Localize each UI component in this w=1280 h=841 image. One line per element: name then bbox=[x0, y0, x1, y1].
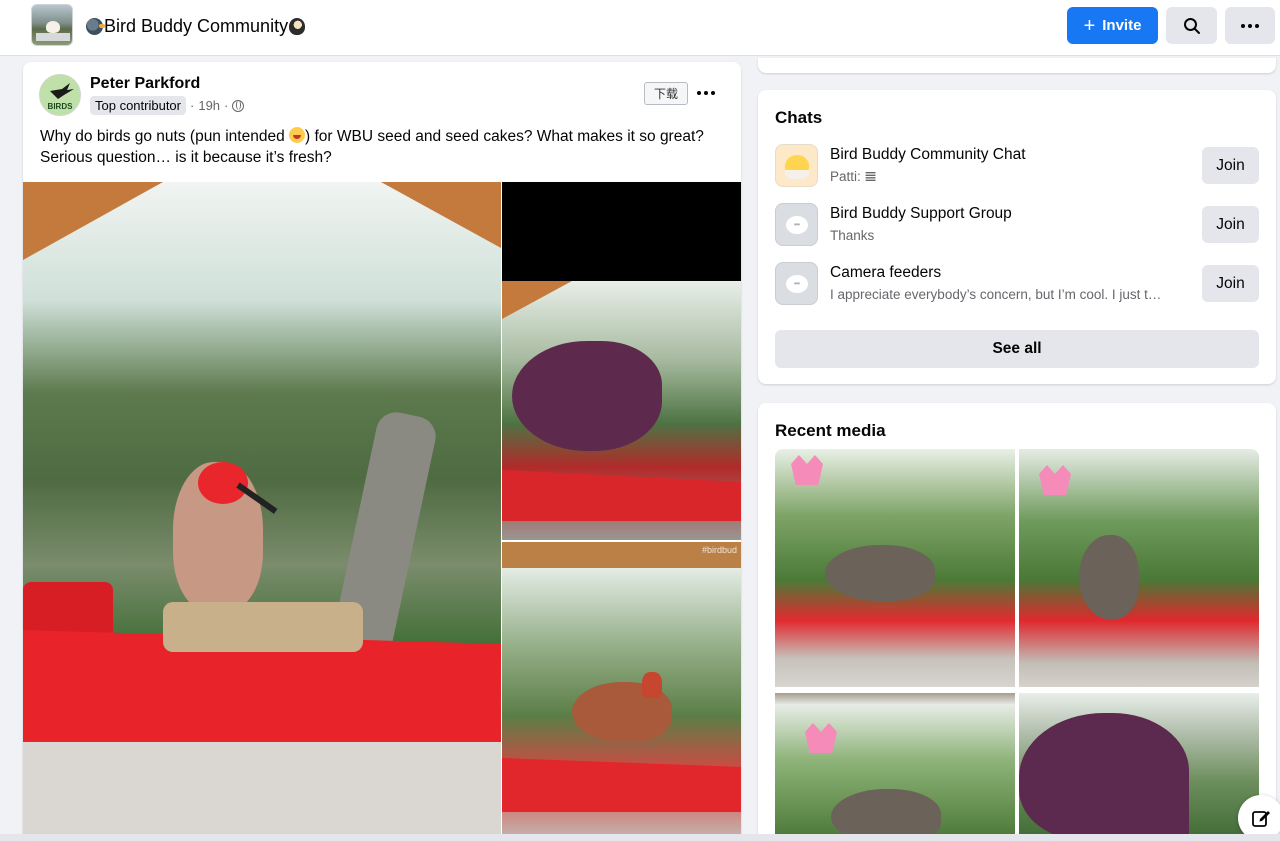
download-button[interactable]: 下载 bbox=[644, 82, 688, 105]
group-header: Bird Buddy Community + Invite bbox=[0, 0, 1280, 56]
search-icon bbox=[1183, 17, 1200, 34]
purple-bird bbox=[512, 341, 662, 451]
chat-row[interactable]: Bird Buddy Community Chat Patti: 𝌆 Join bbox=[775, 144, 1260, 188]
chat-name: Bird Buddy Support Group bbox=[830, 205, 1012, 222]
photo-watermark: #birdbud bbox=[701, 545, 737, 555]
more-dot-icon bbox=[704, 91, 708, 95]
search-button[interactable] bbox=[1166, 7, 1217, 44]
bird-emoji-icon bbox=[86, 17, 105, 35]
chat-row[interactable]: Camera feeders I appreciate everybody’s … bbox=[775, 262, 1260, 306]
invite-label: Invite bbox=[1102, 17, 1142, 34]
penguin-emoji-icon bbox=[289, 17, 306, 35]
more-dot-icon bbox=[711, 91, 715, 95]
chat-row[interactable]: Bird Buddy Support Group Thanks Join bbox=[775, 203, 1260, 247]
seed-cake bbox=[163, 602, 363, 652]
recent-media-thumbnail[interactable] bbox=[1019, 449, 1259, 687]
recent-media-thumbnail[interactable] bbox=[775, 449, 1015, 687]
recent-media-card: Recent media bbox=[758, 403, 1276, 841]
author-avatar[interactable]: BIRDS bbox=[39, 74, 81, 116]
window-bottom-edge bbox=[0, 834, 1280, 841]
group-title-text: Bird Buddy Community bbox=[104, 16, 289, 36]
post-photo-bottom-right[interactable]: #birdbud bbox=[502, 542, 741, 841]
join-chat-button[interactable]: Join bbox=[1202, 147, 1259, 184]
laughing-emoji-icon bbox=[289, 127, 306, 143]
see-all-chats-button[interactable]: See all bbox=[775, 330, 1259, 368]
plus-icon: + bbox=[1083, 14, 1096, 37]
recent-media-thumbnail[interactable] bbox=[1019, 693, 1259, 841]
chat-name: Bird Buddy Community Chat bbox=[830, 146, 1026, 163]
chat-name: Camera feeders bbox=[830, 264, 942, 281]
post-time[interactable]: 19h bbox=[198, 98, 220, 113]
post-author-name[interactable]: Peter Parkford bbox=[90, 75, 200, 93]
more-dot-icon bbox=[697, 91, 701, 95]
previous-card-bottom bbox=[758, 58, 1276, 73]
chat-last-message: Patti: 𝌆 bbox=[830, 169, 877, 184]
privacy-globe-icon[interactable] bbox=[232, 99, 245, 112]
chat-bubble-icon bbox=[775, 262, 818, 305]
meta-separator: · bbox=[190, 98, 195, 113]
chats-title: Chats bbox=[775, 108, 823, 127]
chat-last-message: I appreciate everybody’s concern, but I’… bbox=[830, 287, 1162, 302]
post-card: BIRDS Peter Parkford Top contributor · 1… bbox=[23, 62, 741, 841]
recent-media-title: Recent media bbox=[775, 421, 886, 440]
post-photo-main[interactable] bbox=[23, 182, 501, 841]
chats-card: Chats Bird Buddy Community Chat Patti: 𝌆… bbox=[758, 90, 1276, 384]
group-title[interactable]: Bird Buddy Community bbox=[86, 14, 306, 38]
avatar-text: BIRDS bbox=[47, 102, 73, 111]
join-chat-button[interactable]: Join bbox=[1202, 265, 1259, 302]
post-photo-top-right[interactable] bbox=[502, 182, 741, 540]
chat-last-message: Thanks bbox=[830, 228, 875, 243]
post-text: Why do birds go nuts (pun intended ) for… bbox=[40, 126, 720, 168]
post-meta: Top contributor · 19h · bbox=[90, 96, 245, 115]
join-chat-button[interactable]: Join bbox=[1202, 206, 1259, 243]
chick-icon bbox=[775, 144, 818, 187]
more-horizontal-icon bbox=[1241, 23, 1259, 28]
chat-bubble-icon bbox=[775, 203, 818, 246]
post-text-part-1: Why do birds go nuts (pun intended bbox=[40, 128, 290, 145]
post-more-options-button[interactable] bbox=[693, 81, 719, 105]
edit-compose-icon bbox=[1252, 811, 1270, 827]
invite-button[interactable]: + Invite bbox=[1067, 7, 1158, 44]
group-cover-thumbnail[interactable] bbox=[31, 4, 73, 46]
top-contributor-badge[interactable]: Top contributor bbox=[90, 96, 186, 115]
recent-media-thumbnail[interactable] bbox=[775, 693, 1015, 841]
more-options-button[interactable] bbox=[1225, 7, 1275, 44]
meta-separator: · bbox=[224, 98, 229, 113]
